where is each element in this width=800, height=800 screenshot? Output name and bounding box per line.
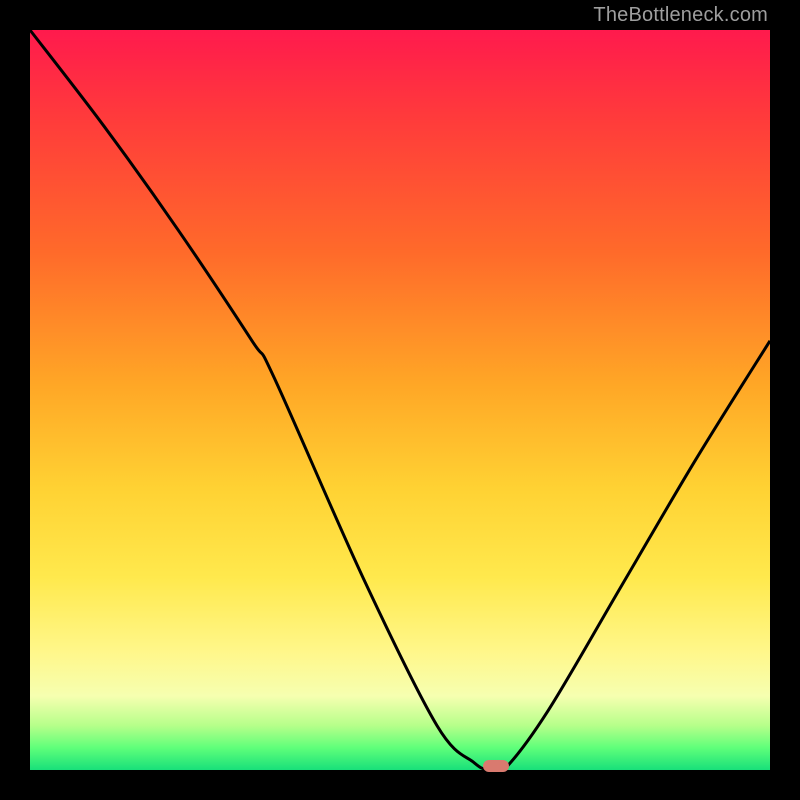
bottleneck-curve [30, 30, 770, 770]
optimal-marker [483, 760, 509, 772]
plot-area [30, 30, 770, 770]
chart-frame: TheBottleneck.com [0, 0, 800, 800]
curve-path [30, 30, 770, 775]
watermark-text: TheBottleneck.com [593, 4, 768, 27]
